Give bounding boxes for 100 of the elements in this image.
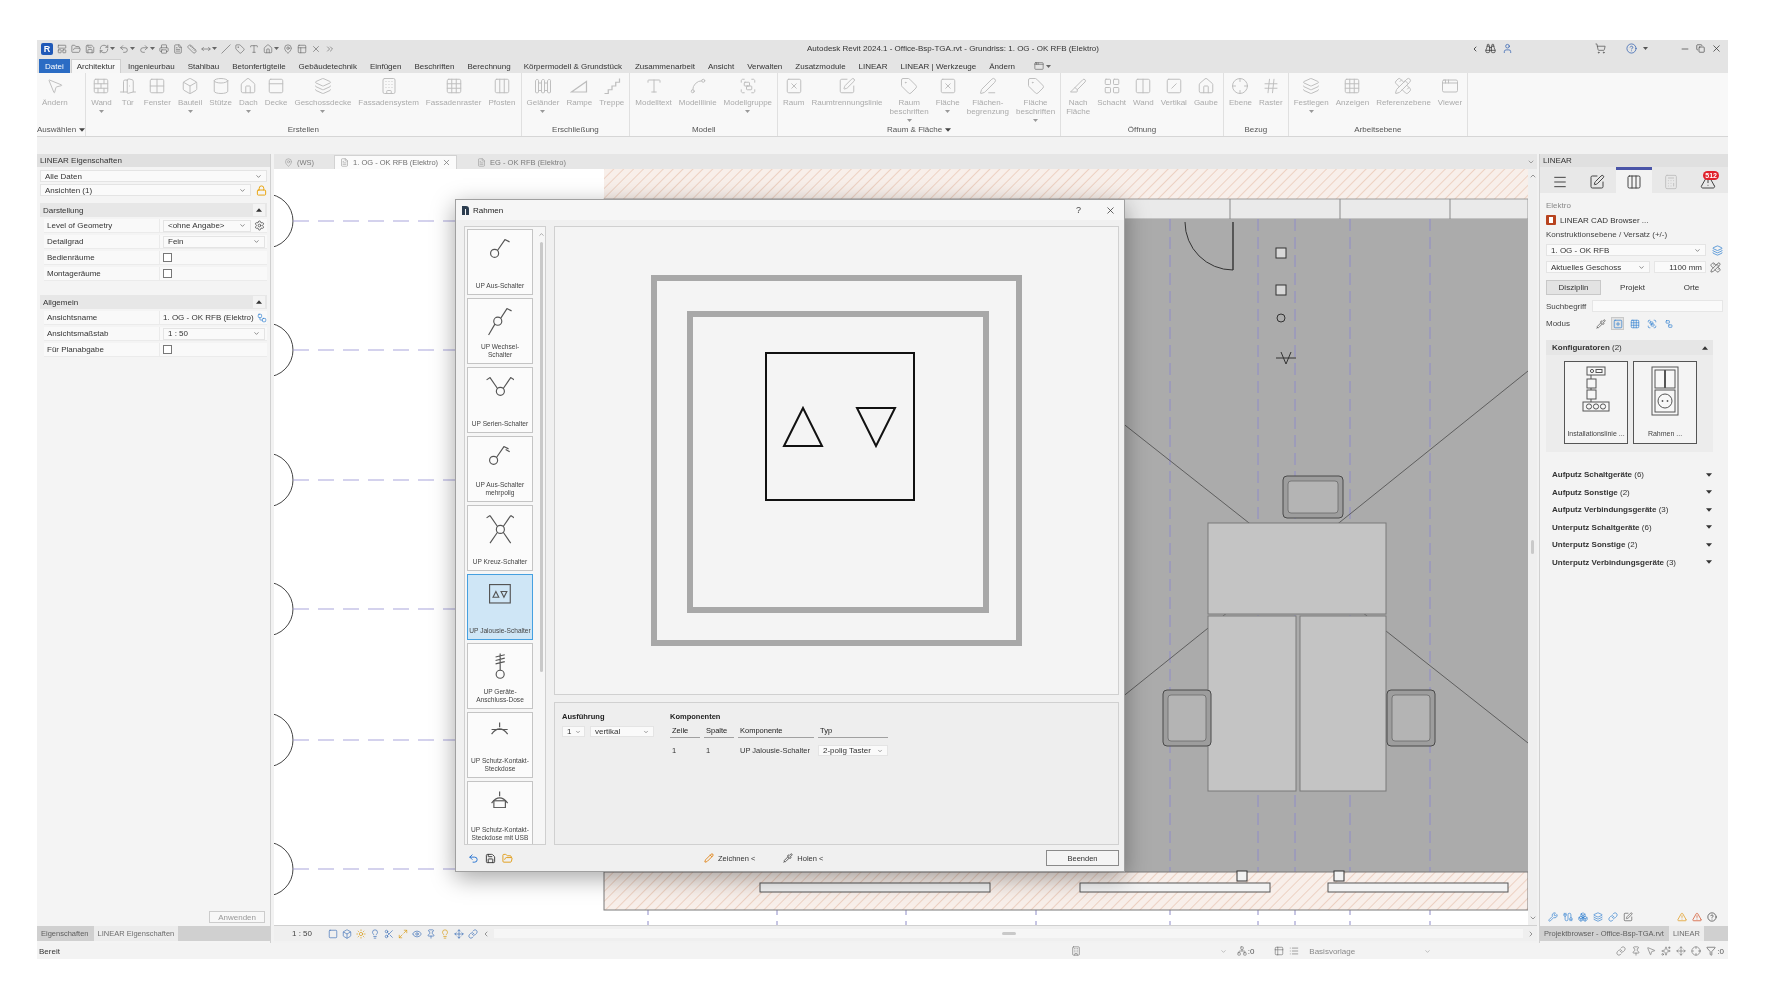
sun-icon[interactable] xyxy=(356,928,366,939)
group-header[interactable]: Unterputz Sonstige (2) xyxy=(1552,540,1638,549)
scrollbar-thumb[interactable] xyxy=(540,242,543,672)
close-icon[interactable] xyxy=(1711,43,1722,54)
ribbon-tab[interactable]: Zusammenarbeit xyxy=(628,59,701,73)
lock-icon[interactable] xyxy=(256,184,267,196)
ribbon-tab[interactable]: Körpermodell & Grundstück xyxy=(517,59,628,73)
move-icon[interactable] xyxy=(454,928,464,939)
print-icon[interactable] xyxy=(159,43,169,54)
eye-icon[interactable] xyxy=(412,928,422,939)
pin-icon[interactable] xyxy=(1631,946,1642,956)
file-menu-tab[interactable]: Datei xyxy=(39,59,70,73)
icon-tab[interactable] xyxy=(1615,167,1653,193)
binoculars-icon[interactable] xyxy=(1485,43,1496,54)
scope-tab[interactable]: Disziplin xyxy=(1546,280,1601,295)
layers-icon[interactable] xyxy=(1593,912,1603,922)
pointer-icon[interactable] xyxy=(1646,946,1657,956)
ribbon-tab[interactable]: Ändern xyxy=(983,59,1022,73)
document-icon[interactable] xyxy=(173,43,183,54)
cart-icon[interactable] xyxy=(1595,43,1606,54)
tag-icon[interactable] xyxy=(235,43,245,54)
ribbon-tab[interactable]: Ansicht xyxy=(701,59,741,73)
network-icon[interactable] xyxy=(1236,946,1247,956)
property-value[interactable]: 1. OG - OK RFB (Elektro) xyxy=(163,313,254,322)
scale-label[interactable]: 1 : 50 xyxy=(292,929,312,938)
lightbulb-icon[interactable] xyxy=(370,928,380,939)
section-header[interactable]: Konfiguratoren (2) xyxy=(1546,340,1713,355)
ribbon-tab[interactable]: Architektur xyxy=(70,59,121,73)
help-icon[interactable] xyxy=(1707,912,1717,922)
offset-field[interactable]: 1100 mm xyxy=(1654,261,1706,273)
collapse-button[interactable] xyxy=(253,204,265,216)
property-dropdown[interactable]: 1 : 50 xyxy=(163,327,265,340)
scope-tab[interactable]: Orte xyxy=(1664,280,1719,295)
ribbon-tab[interactable]: Einfügen xyxy=(363,59,408,73)
close-icon[interactable] xyxy=(311,43,321,54)
cable-icon[interactable] xyxy=(1563,912,1573,922)
layers-icon[interactable] xyxy=(1712,244,1723,256)
ribbon-tab[interactable]: LINEAR | Werkzeuge xyxy=(894,59,983,73)
ribbon-tab[interactable]: Ingenieurbau xyxy=(121,59,181,73)
group-header[interactable]: Unterputz Verbindungsgeräte (3) xyxy=(1552,557,1676,567)
filter-icon[interactable] xyxy=(1706,946,1717,956)
horizontal-scrollbar[interactable] xyxy=(494,929,1523,938)
wrench-icon[interactable] xyxy=(1548,912,1558,922)
mode-button[interactable] xyxy=(1628,317,1641,330)
panel-icon[interactable] xyxy=(57,43,67,54)
filter-dropdown[interactable]: Alle Daten xyxy=(40,170,267,182)
ribbon-tab[interactable]: Betonfertigteile xyxy=(226,59,292,73)
text-icon[interactable] xyxy=(249,43,259,54)
edit-icon[interactable] xyxy=(1623,912,1633,922)
undo-icon[interactable] xyxy=(119,43,129,54)
group-header[interactable]: Aufputz Verbindungsgeräte (3) xyxy=(1552,505,1669,514)
expand-icon[interactable] xyxy=(398,928,408,939)
move-icon[interactable] xyxy=(1676,946,1687,956)
link-icon[interactable] xyxy=(1616,946,1627,956)
save-icon[interactable] xyxy=(485,852,496,864)
windows-icon[interactable] xyxy=(297,43,307,54)
list-icon[interactable] xyxy=(1289,946,1300,956)
cube-icon[interactable] xyxy=(342,928,352,939)
help-button[interactable]: ? xyxy=(1074,205,1083,215)
restore-icon[interactable] xyxy=(1696,44,1705,53)
app-logo[interactable]: R xyxy=(41,42,53,55)
browser-link[interactable]: LINEAR CAD Browser ... xyxy=(1560,215,1649,225)
ribbon-tab[interactable]: Stahlbau xyxy=(181,59,226,73)
close-icon[interactable] xyxy=(442,158,452,167)
crosshair-icon[interactable] xyxy=(1691,946,1702,956)
pin-icon[interactable] xyxy=(426,928,436,939)
line-icon[interactable] xyxy=(221,43,231,54)
scrollbar-thumb[interactable] xyxy=(1531,540,1534,554)
redo-icon[interactable] xyxy=(139,43,149,54)
ribbon-tab[interactable]: LINEAR xyxy=(852,59,894,73)
orientation-dropdown[interactable]: vertikal xyxy=(590,726,654,737)
scope-tab[interactable]: Projekt xyxy=(1605,280,1660,295)
caret-icon[interactable] xyxy=(945,127,952,132)
scroll-up-icon[interactable] xyxy=(538,231,545,238)
ribbon-tab[interactable]: Gebäudetechnik xyxy=(292,59,363,73)
pin-icon[interactable] xyxy=(283,43,293,54)
panel-label[interactable]: Raum & Fläche xyxy=(887,125,943,134)
property-checkbox[interactable] xyxy=(163,253,172,262)
selection-dropdown[interactable]: Ansichten (1) xyxy=(40,184,251,196)
pencil-ruler-icon[interactable] xyxy=(1710,261,1721,273)
mode-button[interactable] xyxy=(1611,317,1624,330)
undo-icon[interactable] xyxy=(468,852,479,864)
open-folder-icon[interactable] xyxy=(502,852,513,864)
property-dropdown[interactable]: <ohne Angabe> xyxy=(163,219,251,232)
house-icon[interactable] xyxy=(263,43,273,54)
user-icon[interactable] xyxy=(1502,43,1513,54)
level-dropdown[interactable]: 1. OG - OK RFB xyxy=(1546,244,1706,256)
collapse-button[interactable] xyxy=(253,296,265,308)
close-icon[interactable] xyxy=(1105,204,1116,216)
sync-icon[interactable] xyxy=(99,43,109,54)
warning-icon[interactable] xyxy=(1692,912,1702,922)
building-icon[interactable] xyxy=(1070,946,1081,956)
flow-icon[interactable] xyxy=(256,312,267,323)
mode-button[interactable] xyxy=(1662,317,1675,330)
scissors-icon[interactable] xyxy=(384,928,394,939)
group-header[interactable]: Aufputz Sonstige (2) xyxy=(1552,487,1630,497)
property-dropdown[interactable]: Fein xyxy=(163,235,265,248)
table-icon[interactable] xyxy=(1274,946,1285,956)
sparkle-icon[interactable] xyxy=(1661,946,1672,956)
scroll-left-icon[interactable] xyxy=(482,929,490,938)
